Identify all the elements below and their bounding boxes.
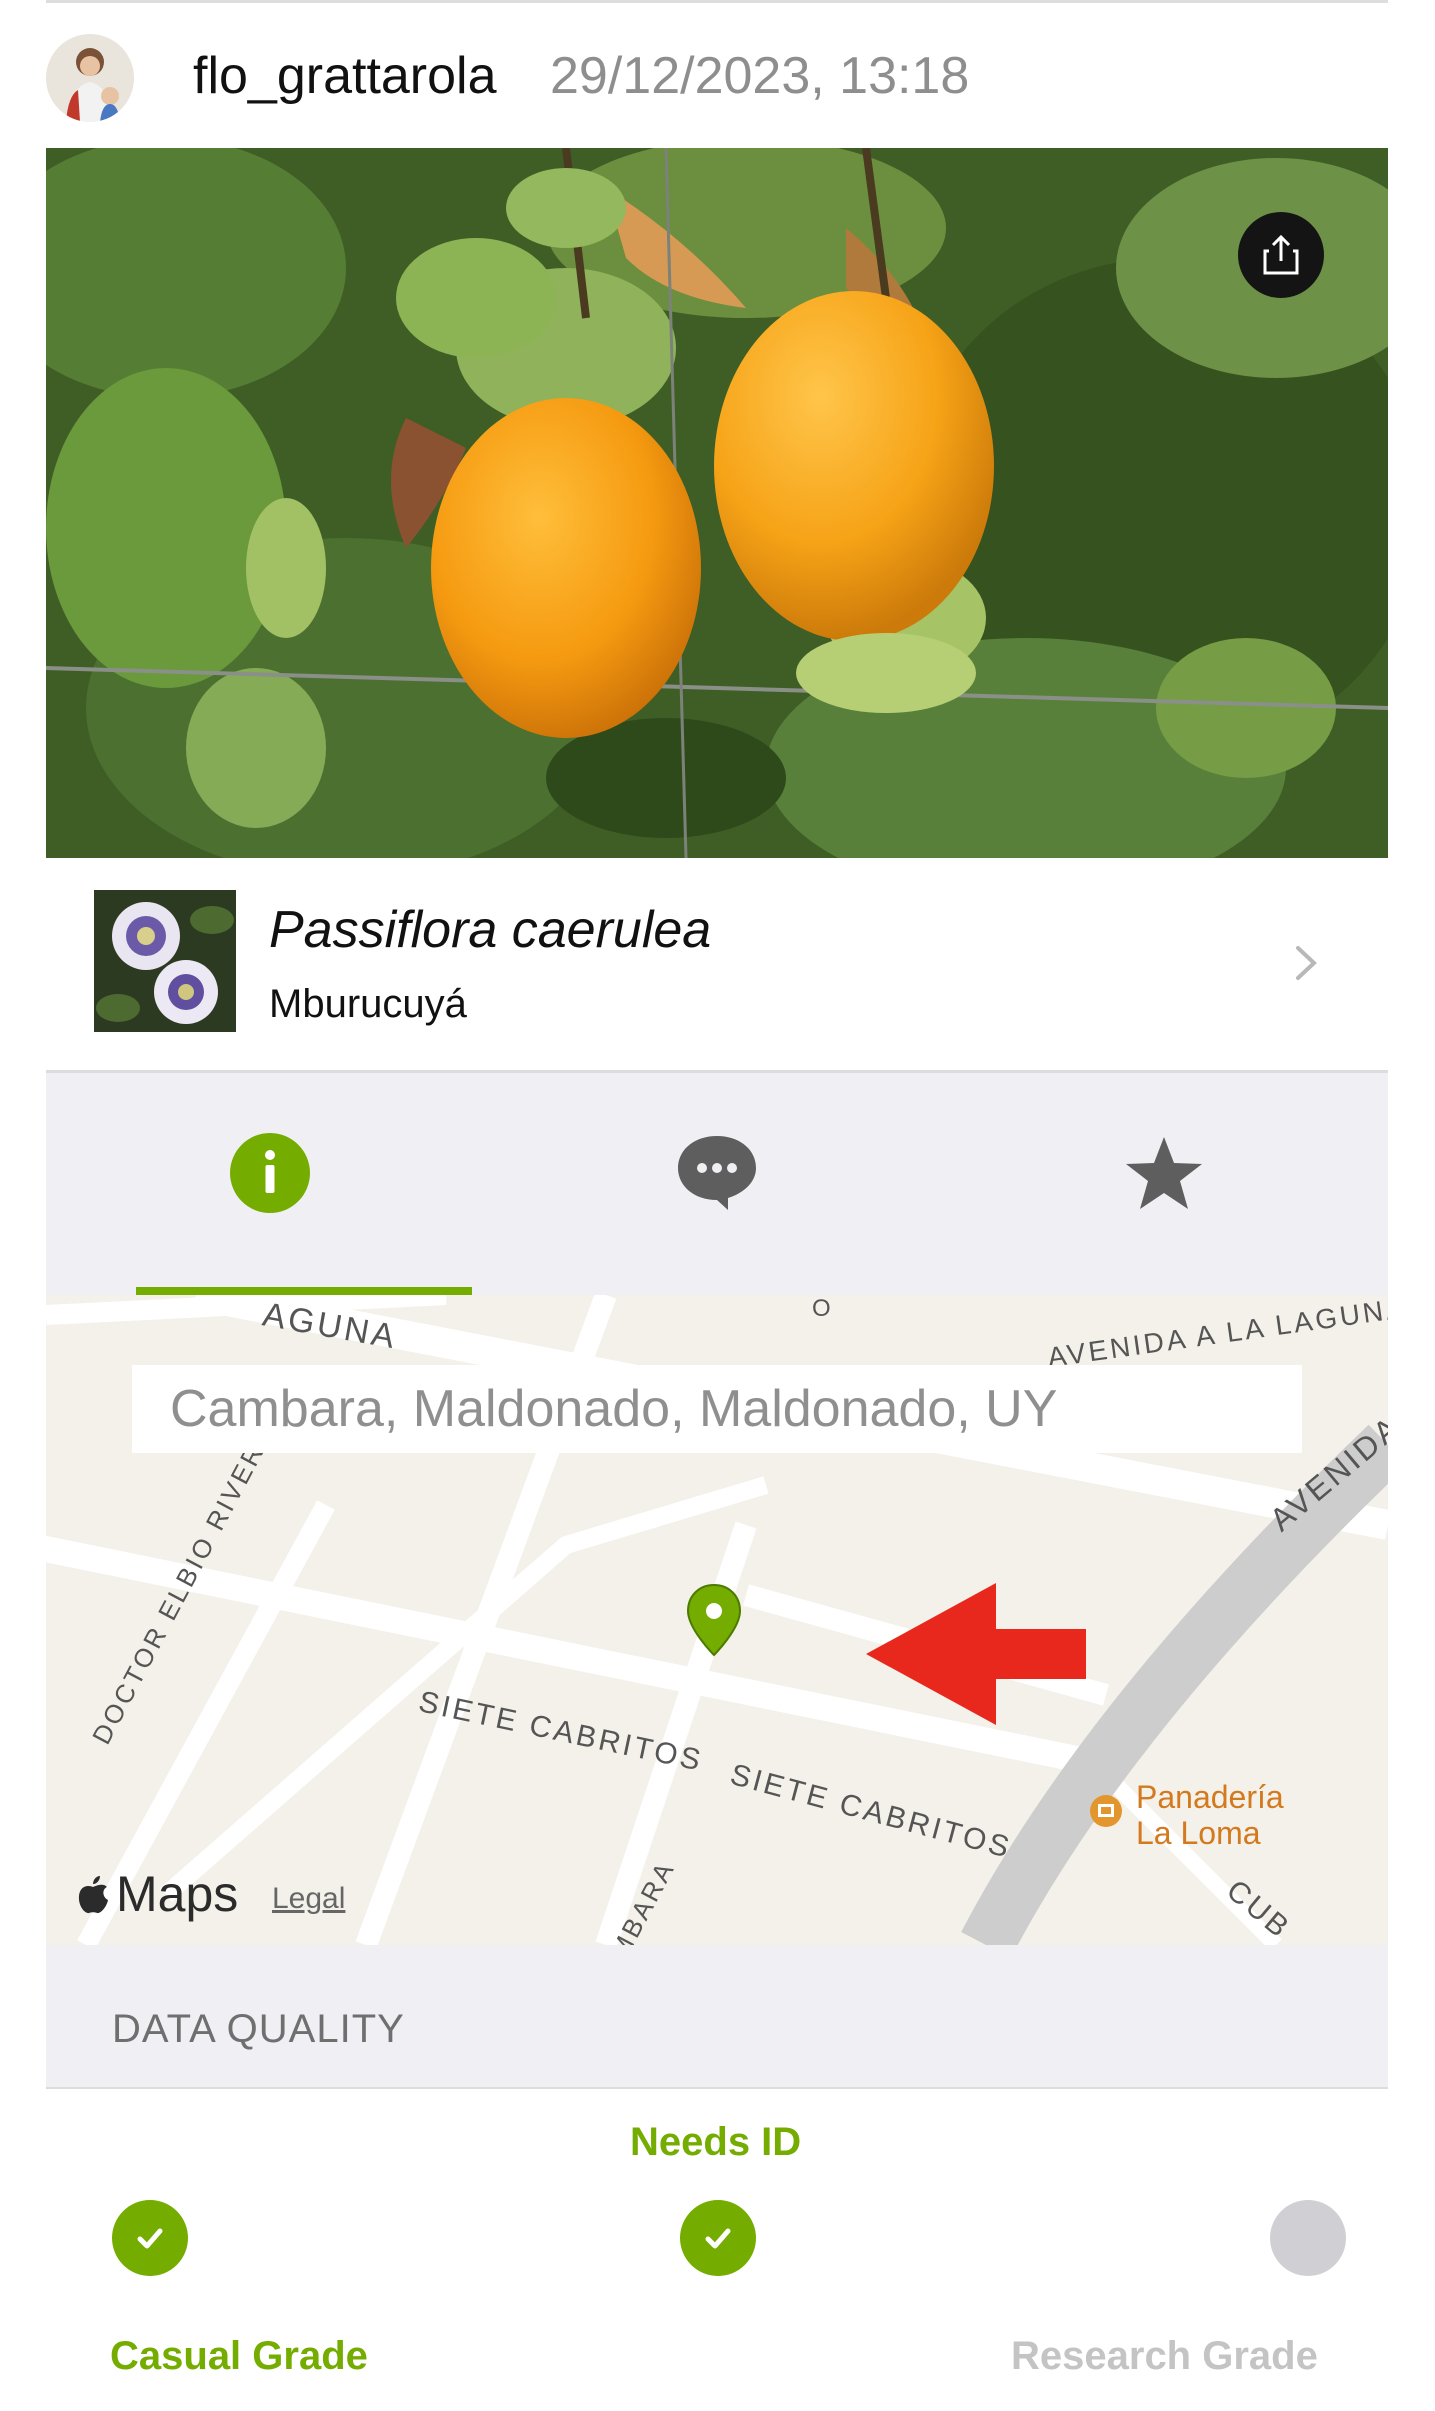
research-grade-label: Research Grade [1011,2334,1318,2378]
active-tab-indicator [136,1287,472,1295]
tab-activity[interactable] [493,1073,940,1295]
observation-timestamp: 29/12/2023, 13:18 [550,47,970,105]
maps-attribution: Maps [76,1865,238,1923]
top-divider [46,0,1388,3]
location-label: Cambara, Maldonado, Maldonado, UY [132,1365,1302,1453]
data-quality-divider [46,2087,1388,2089]
casual-grade-check-icon [112,2200,188,2276]
species-scientific-name: Passiflora caerulea [269,901,712,959]
share-icon [1263,234,1299,275]
data-quality-title: DATA QUALITY [112,2007,405,2051]
apple-logo-icon [78,1876,108,1914]
tab-info[interactable] [46,1073,493,1295]
star-icon [1125,1137,1202,1209]
username[interactable]: flo_grattarola [193,46,497,106]
species-common-name: Mburucuyá [269,982,467,1026]
observation-photo[interactable] [46,148,1388,858]
data-quality-scale: Needs ID Casual Grade Research Grade [46,2090,1388,2411]
maps-provider-label: Maps [116,1866,239,1922]
research-grade-indicator [1270,2200,1346,2276]
share-button[interactable] [1238,212,1324,298]
info-icon [229,1133,310,1213]
chat-bubble-icon [677,1136,756,1210]
user-avatar[interactable] [46,34,134,122]
tab-bar [46,1073,1388,1295]
species-thumbnail [94,890,236,1032]
poi-name-line1: Panadería [1136,1779,1284,1815]
chevron-right-icon [1296,946,1317,980]
legal-link[interactable]: Legal [272,1882,345,1916]
location-map[interactable]: AGUNA AVENIDA A LA LAGUNA AVENIDA SIETE … [46,1295,1388,1945]
data-quality-header: DATA QUALITY [46,1945,1388,2087]
poi-label[interactable]: Panadería La Loma [1136,1779,1284,1851]
road-label: O [812,1295,834,1322]
casual-grade-label: Casual Grade [110,2334,368,2378]
current-grade-label: Needs ID [630,2120,802,2164]
poi-name-line2: La Loma [1136,1815,1261,1851]
species-row[interactable]: Passiflora caerulea Mburucuyá [46,858,1388,1070]
annotation-arrow-icon [866,1583,1086,1725]
needs-id-check-icon [680,2200,756,2276]
tab-favorites[interactable] [940,1073,1387,1295]
